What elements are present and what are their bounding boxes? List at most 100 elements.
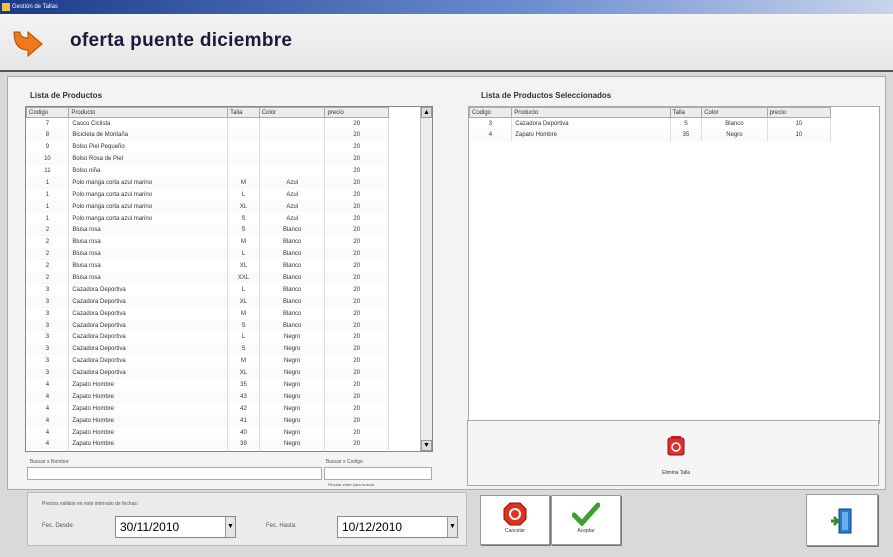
column-header[interactable]: Producto	[511, 107, 671, 118]
column-header[interactable]: precio	[766, 107, 832, 118]
column-header[interactable]: Talla	[669, 107, 703, 118]
table-cell: 1	[26, 212, 70, 225]
date-to-picker[interactable]: 10/12/2010 ▼	[337, 516, 458, 538]
table-cell: Bolso niña	[68, 165, 229, 177]
table-row[interactable]: 3 Cazadora Deportiva S Blanco 20	[26, 319, 389, 332]
table-row[interactable]: 10 Bolso Rosa de Piel 20	[26, 153, 389, 166]
column-header[interactable]: Producto	[68, 107, 229, 118]
window-title: Gestión de Tallas	[12, 4, 58, 10]
table-cell: Polo manga corta azul marino	[68, 200, 229, 213]
table-cell	[259, 165, 326, 177]
column-header[interactable]: Color	[258, 107, 326, 118]
search-name-input[interactable]	[27, 467, 322, 480]
chevron-down-icon[interactable]: ▼	[225, 517, 235, 537]
table-cell: L	[227, 188, 260, 201]
table-cell	[259, 129, 326, 142]
table-row[interactable]: 2 Blusa rosa M Blanco 20	[26, 236, 389, 249]
search-code-input[interactable]	[324, 467, 432, 480]
selected-grid[interactable]: Codigo Producto Talla Color precio 3 Cazadora…	[468, 106, 880, 424]
table-cell: Azul	[259, 212, 326, 225]
table-cell: M	[227, 176, 260, 189]
table-row[interactable]: 9 Bolso Piel Pequeño 20	[26, 141, 389, 154]
table-row[interactable]: 1 Polo manga corta azul marino S Azul 20	[26, 212, 389, 225]
products-grid[interactable]: Codigo Producto Talla Color precio 7 Casco Ci…	[25, 106, 433, 452]
table-row[interactable]: 4 Zapato Hombre 41 Negro 20	[26, 414, 389, 427]
table-row[interactable]: 3 Cazadora Deportiva S Blanco 10	[469, 117, 832, 130]
table-cell: Casco Ciclista	[68, 117, 229, 130]
table-row[interactable]: 3 Cazadora Deportiva M Negro 20	[26, 355, 389, 368]
table-row[interactable]: 2 Blusa rosa S Blanco 20	[26, 224, 389, 237]
table-cell: Negro	[701, 129, 768, 142]
accept-button[interactable]: Aceptar	[551, 495, 621, 545]
table-row[interactable]: 3 Cazadora Deportiva M Blanco 20	[26, 307, 389, 320]
table-cell: Cazadora Deportiva	[68, 331, 229, 344]
table-cell: Azul	[259, 176, 326, 189]
scroll-down-icon[interactable]: ▼	[421, 440, 432, 451]
table-cell: Bolso Rosa de Piel	[68, 153, 229, 166]
search-code-label: Buscar x Codigo	[326, 459, 363, 465]
products-scrollbar[interactable]: ▲ ▼	[420, 107, 432, 451]
table-cell: Polo manga corta azul marino	[68, 188, 229, 201]
table-row[interactable]: 4 Zapato Hombre 39 Negro 20	[26, 438, 389, 451]
scroll-up-icon[interactable]: ▲	[421, 107, 432, 118]
table-row[interactable]: 3 Cazadora Deportiva XL Negro 20	[26, 367, 389, 380]
table-row[interactable]: 1 Polo manga corta azul marino M Azul 20	[26, 176, 389, 189]
table-row[interactable]: 3 Cazadora Deportiva L Blanco 20	[26, 283, 389, 296]
page-title: oferta puente diciembre	[70, 30, 293, 51]
table-row[interactable]: 1 Polo manga corta azul marino L Azul 20	[26, 188, 389, 201]
table-row[interactable]: 11 Bolso niña 20	[26, 165, 389, 177]
table-cell: 20	[324, 260, 389, 273]
table-row[interactable]: 3 Cazadora Deportiva XL Blanco 20	[26, 295, 389, 308]
table-row[interactable]: 3 Cazadora Deportiva L Negro 20	[26, 331, 389, 344]
table-row[interactable]: 8 Bicicleta de Montaña 20	[26, 129, 389, 142]
table-cell: 4	[26, 390, 70, 403]
table-row[interactable]: 4 Zapato Hombre 43 Negro 20	[26, 390, 389, 403]
table-cell: 20	[324, 319, 389, 332]
exit-button[interactable]	[806, 494, 878, 546]
table-cell: Blanco	[701, 117, 768, 130]
table-cell: Negro	[259, 438, 326, 451]
products-list-label: Lista de Productos	[30, 91, 103, 100]
table-row[interactable]: 3 Cazadora Deportiva S Negro 20	[26, 343, 389, 356]
table-cell: 3	[26, 343, 70, 356]
delete-size-button[interactable]: Elimina Talla	[646, 435, 706, 481]
table-row[interactable]: 4 Zapato Hombre 35 Negro 10	[469, 129, 832, 142]
table-cell: L	[227, 331, 260, 344]
table-cell: Cazadora Deportiva	[68, 295, 229, 308]
table-cell: Blanco	[259, 224, 326, 237]
table-cell: Blanco	[259, 307, 326, 320]
table-cell: Cazadora Deportiva	[68, 319, 229, 332]
table-row[interactable]: 7 Casco Ciclista 20	[26, 117, 389, 130]
table-cell: 2	[26, 236, 70, 249]
table-cell: 20	[324, 367, 389, 380]
table-cell: Negro	[259, 367, 326, 380]
table-row[interactable]: 4 Zapato Hombre 40 Negro 20	[26, 426, 389, 439]
date-from-picker[interactable]: 30/11/2010 ▼	[115, 516, 236, 538]
column-header[interactable]: precio	[324, 107, 389, 118]
table-cell: 4	[26, 414, 70, 427]
table-cell: Negro	[259, 402, 326, 415]
table-cell: 2	[26, 248, 70, 261]
table-cell: 20	[324, 248, 389, 261]
table-cell: 10	[767, 129, 832, 142]
table-row[interactable]: 2 Blusa rosa L Blanco 20	[26, 248, 389, 261]
table-cell: 20	[324, 295, 389, 308]
column-header[interactable]: Color	[701, 107, 768, 118]
column-header[interactable]: Codigo	[26, 107, 70, 118]
column-header[interactable]: Codigo	[469, 107, 513, 118]
date-range-panel: Precios validos en este intervalo de fec…	[27, 492, 467, 546]
table-row[interactable]: 4 Zapato Hombre 35 Negro 20	[26, 379, 389, 391]
delete-size-panel: Elimina Talla	[467, 420, 879, 486]
table-row[interactable]: 1 Polo manga corta azul marino XL Azul 20	[26, 200, 389, 213]
table-cell: Zapato Hombre	[68, 414, 229, 427]
column-header[interactable]: Talla	[227, 107, 260, 118]
table-row[interactable]: 2 Blusa rosa XL Blanco 20	[26, 260, 389, 273]
chevron-down-icon[interactable]: ▼	[447, 517, 457, 537]
table-row[interactable]: 4 Zapato Hombre 42 Negro 20	[26, 402, 389, 415]
cancel-button[interactable]: Cancelar	[480, 495, 550, 545]
table-cell: 8	[26, 129, 70, 142]
header: oferta puente diciembre	[0, 14, 893, 72]
table-cell: 4	[26, 379, 70, 391]
table-row[interactable]: 2 Blusa rosa XXL Blanco 20	[26, 272, 389, 284]
table-cell: 20	[324, 117, 389, 130]
